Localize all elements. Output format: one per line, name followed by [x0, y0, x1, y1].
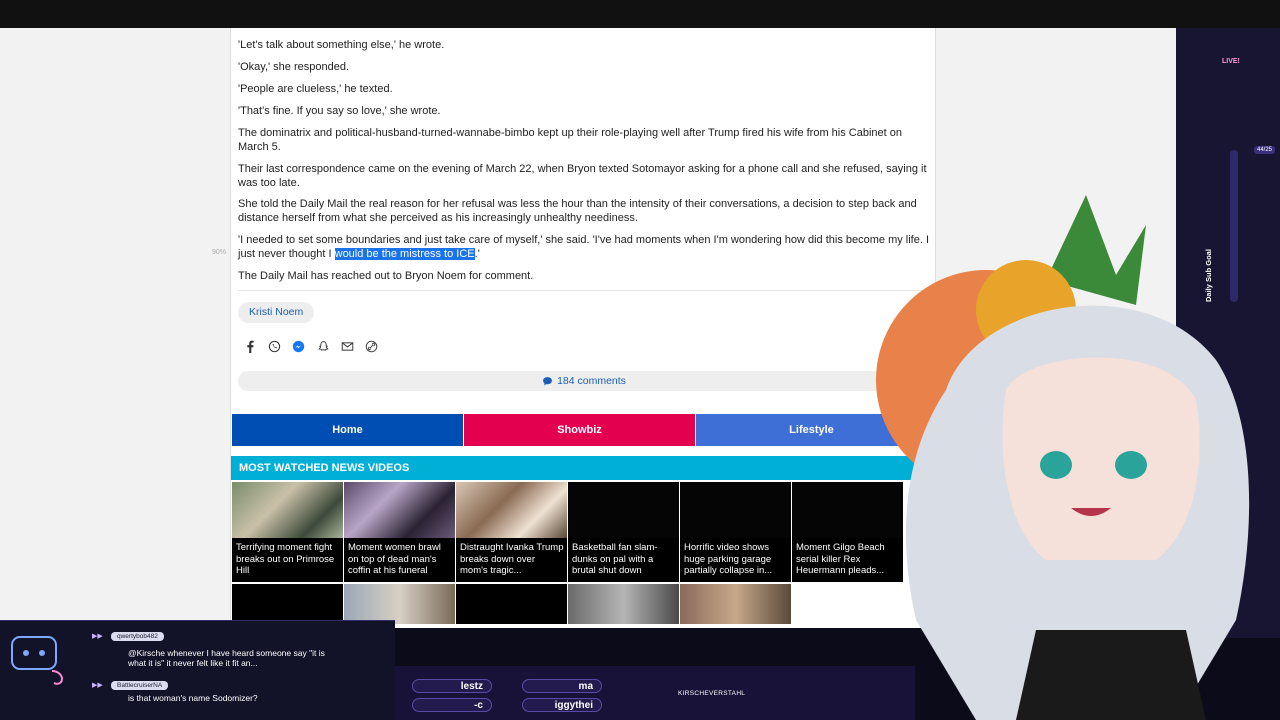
video-caption: Moment women brawl on top of dead man's …: [348, 542, 441, 576]
messenger-icon[interactable]: [290, 338, 306, 354]
video-caption: Terrifying moment fight breaks out on Pr…: [236, 542, 335, 576]
sub-counter: 44/25: [1254, 146, 1276, 154]
article-paragraph: The Daily Mail has reached out to Bryon …: [238, 270, 534, 282]
video-thumbnail-row2[interactable]: [568, 584, 679, 624]
most-watched-header: MOST WATCHED NEWS VIDEOS: [231, 456, 937, 480]
article-paragraph: 'Let's talk about something else,' he wr…: [238, 39, 445, 51]
chat-username[interactable]: qwertybob482: [111, 632, 164, 641]
article-paragraph: 'Okay,' she responded.: [238, 61, 350, 73]
video-caption: Basketball fan slam-dunks on pal with a …: [572, 542, 658, 576]
video-card[interactable]: Terrifying moment fight breaks out on Pr…: [232, 482, 343, 582]
zoom-indicator: 90%: [212, 249, 227, 256]
streamer-handle: KIRSCHEVERSTAHL: [678, 690, 746, 697]
article-paragraph: She told the Daily Mail the real reason …: [238, 198, 917, 224]
overlay-pill: ma: [522, 679, 602, 693]
article-paragraph: Their last correspondence came on the ev…: [238, 163, 927, 189]
email-icon[interactable]: [339, 338, 355, 354]
video-thumbnail: [680, 482, 791, 538]
video-thumbnail: [568, 482, 679, 538]
comments-count: 184 comments: [557, 375, 626, 387]
divider: [238, 290, 930, 291]
chat-username[interactable]: BattlecruiserNA: [111, 681, 169, 690]
video-thumbnail: [456, 482, 567, 538]
video-thumbnail-row2[interactable]: [680, 584, 791, 624]
article-page: 'Let's talk about something else,' he wr…: [230, 28, 937, 628]
video-card[interactable]: Distraught Ivanka Trump breaks down over…: [456, 482, 567, 582]
overlay-pill: -c: [412, 698, 492, 712]
chat-message: is that woman's name Sodomizer?: [128, 693, 258, 703]
whatsapp-icon[interactable]: [266, 338, 282, 354]
selected-text[interactable]: would be the mistress to ICE: [334, 248, 475, 260]
mascot-icon: [11, 636, 64, 685]
chat-arrow-icon: ▶▶: [92, 633, 103, 640]
snapchat-icon[interactable]: [315, 338, 331, 354]
quote-end: .': [474, 248, 480, 260]
browser-top-bar: [0, 0, 1280, 28]
nav-showbiz[interactable]: Showbiz: [464, 414, 695, 446]
vtuber-avatar: [876, 195, 1250, 720]
video-thumbnail-row2[interactable]: [232, 584, 343, 624]
video-thumbnail: [344, 482, 455, 538]
video-card[interactable]: Horrific video shows huge parking garage…: [680, 482, 791, 582]
comment-icon: [543, 376, 552, 386]
live-badge: LIVE!: [1222, 58, 1240, 65]
topic-tag[interactable]: Kristi Noem: [238, 302, 315, 323]
video-card[interactable]: Moment women brawl on top of dead man's …: [344, 482, 455, 582]
article-paragraph: 'That's fine. If you say so love,' she w…: [238, 105, 441, 117]
video-caption: Distraught Ivanka Trump breaks down over…: [460, 542, 564, 576]
chat-arrow-icon: ▶▶: [92, 682, 103, 689]
nav-home[interactable]: Home: [232, 414, 463, 446]
video-caption: Horrific video shows huge parking garage…: [684, 542, 773, 576]
article-paragraph: 'People are clueless,' he texted.: [238, 83, 393, 95]
overlay-pill: iggythei: [522, 698, 602, 712]
overlay-pill: lestz: [412, 679, 492, 693]
facebook-icon[interactable]: [242, 338, 258, 354]
video-card[interactable]: Basketball fan slam-dunks on pal with a …: [568, 482, 679, 582]
chat-panel: ▶▶ qwertybob482 @Kirsche whenever I have…: [0, 620, 395, 720]
chat-message: @Kirsche whenever I have heard someone s…: [128, 648, 325, 668]
article-paragraph: The dominatrix and political-husband-tur…: [238, 127, 903, 153]
link-icon[interactable]: [363, 338, 379, 354]
comments-button[interactable]: 184 comments: [238, 371, 930, 391]
video-thumbnail-row2[interactable]: [456, 584, 567, 624]
video-thumbnail: [232, 482, 343, 538]
video-thumbnail-row2[interactable]: [344, 584, 455, 624]
article-quote: 'I needed to set some boundaries and jus…: [238, 233, 933, 261]
